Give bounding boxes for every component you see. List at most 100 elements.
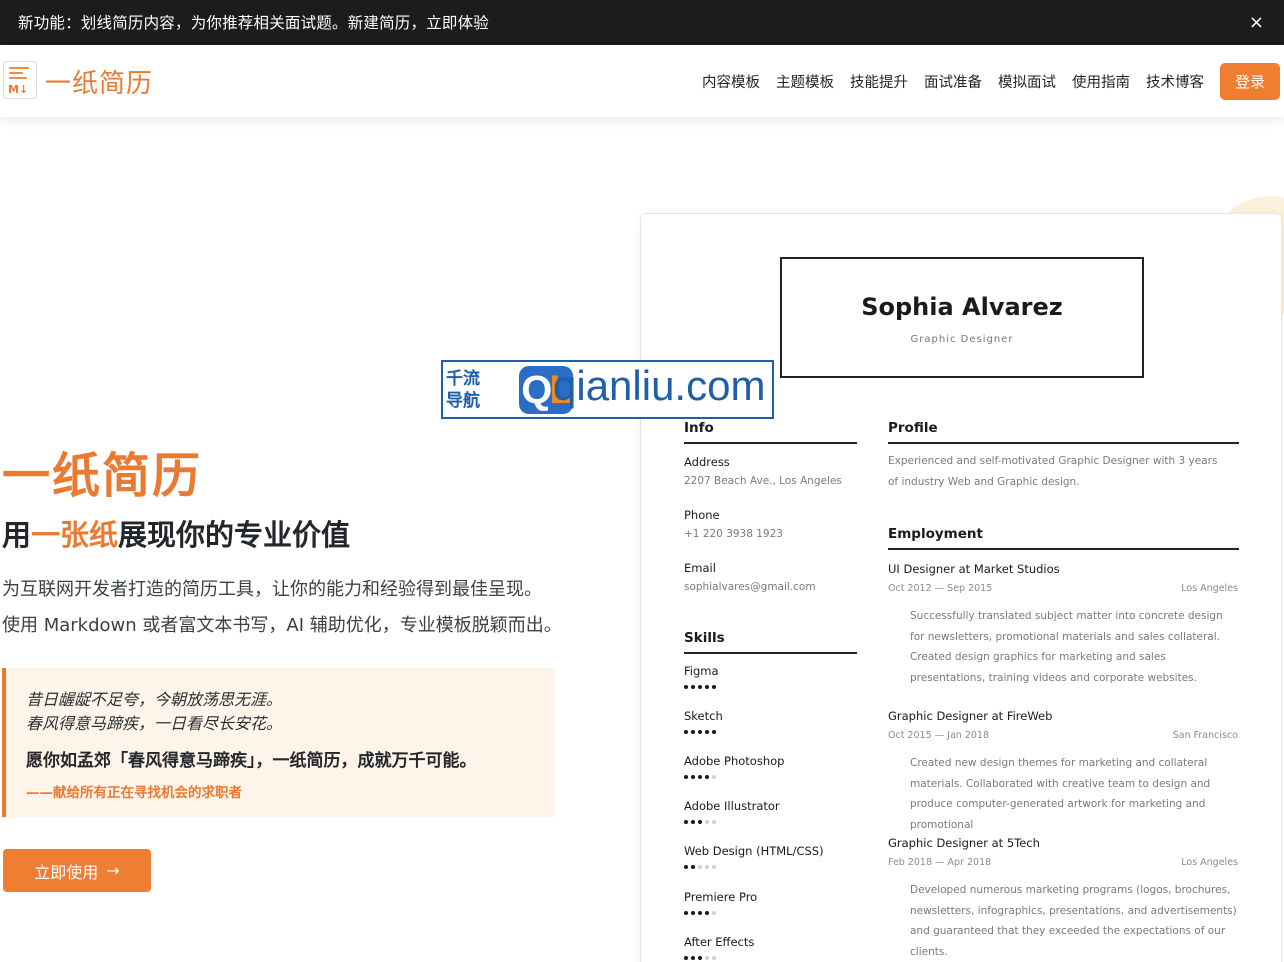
- skill-level: [684, 730, 716, 734]
- skill-dot: [712, 865, 716, 869]
- skill-dot: [691, 865, 695, 869]
- nav-guide[interactable]: 使用指南: [1072, 71, 1130, 92]
- skill-dot: [712, 911, 716, 915]
- site-header: M↓ 一纸简历 内容模板 主题模板 技能提升 面试准备 模拟面试 使用指南 技术…: [0, 45, 1284, 117]
- skill-dot: [684, 730, 688, 734]
- login-button[interactable]: 登录: [1220, 63, 1280, 100]
- watermark-cn: 千流导航: [446, 369, 480, 411]
- skill-dot: [691, 820, 695, 824]
- skill-dot: [691, 956, 695, 960]
- skill-level: [684, 956, 716, 960]
- skill-name: Adobe Illustrator: [684, 799, 780, 813]
- skill-dot: [705, 956, 709, 960]
- skill-name: Web Design (HTML/CSS): [684, 844, 824, 858]
- info-phone-label: Phone: [684, 508, 720, 522]
- skill-dot: [705, 685, 709, 689]
- skill-dot: [705, 820, 709, 824]
- start-button[interactable]: 立即使用 →: [3, 849, 151, 892]
- skill-name: Premiere Pro: [684, 890, 758, 904]
- skill-name: After Effects: [684, 935, 755, 949]
- hero-subtitle: 用一张纸展现你的专业价值: [2, 518, 351, 552]
- skill-dot: [698, 865, 702, 869]
- info-email-value: sophialvares@gmail.com: [684, 581, 816, 593]
- job-date: Oct 2015 — Jan 2018: [888, 730, 990, 741]
- job-location: San Francisco: [1172, 730, 1238, 741]
- skill-dot: [684, 775, 688, 779]
- skill-level: [684, 911, 716, 915]
- job-description: Developed numerous marketing programs (l…: [910, 884, 1237, 958]
- skill-dot: [691, 685, 695, 689]
- resume-name: Sophia Alvarez: [861, 293, 1063, 321]
- arrow-right-icon: →: [106, 861, 120, 880]
- quote-box: 昔日龌龊不足夸，今朝放荡思无涯。 春风得意马蹄疾，一日看尽长安花。 愿你如孟郊「…: [2, 668, 555, 817]
- job-title: UI Designer at Market Studios: [888, 562, 1060, 576]
- job-title: Graphic Designer at 5Tech: [888, 836, 1040, 850]
- announcement-bar: 新功能：划线简历内容，为你推荐相关面试题。新建简历，立即体验 ×: [0, 0, 1284, 45]
- start-button-label: 立即使用: [34, 862, 99, 882]
- info-address-label: Address: [684, 455, 730, 469]
- main-nav: 内容模板 主题模板 技能提升 面试准备 模拟面试 使用指南 技术博客: [702, 71, 1204, 92]
- skill-dot: [712, 820, 716, 824]
- skill-name: Figma: [684, 664, 719, 678]
- employment-heading: Employment: [888, 526, 1239, 550]
- close-icon[interactable]: ×: [1249, 12, 1264, 33]
- announcement-text[interactable]: 新功能：划线简历内容，为你推荐相关面试题。新建简历，立即体验: [18, 11, 489, 33]
- skill-dot: [684, 865, 688, 869]
- skill-level: [684, 685, 716, 689]
- skill-dot: [684, 911, 688, 915]
- skill-dot: [698, 956, 702, 960]
- skill-dot: [712, 685, 716, 689]
- info-address-value: 2207 Beach Ave., Los Angeles: [684, 475, 842, 487]
- logo-badge: M↓: [8, 83, 29, 96]
- nav-blog[interactable]: 技术博客: [1146, 71, 1204, 92]
- job-location: Los Angeles: [1181, 857, 1238, 868]
- skill-dot: [712, 775, 716, 779]
- skill-dot: [698, 911, 702, 915]
- skill-dot: [698, 775, 702, 779]
- skill-dot: [691, 911, 695, 915]
- skill-level: [684, 865, 716, 869]
- quote-signature: ——献给所有正在寻找机会的求职者: [26, 785, 242, 801]
- quote-main: 愿你如孟郊「春风得意马蹄疾」，一纸简历，成就万千可能。: [26, 751, 477, 771]
- skill-dot: [684, 956, 688, 960]
- skill-name: Adobe Photoshop: [684, 754, 785, 768]
- skill-level: [684, 820, 716, 824]
- info-phone-value: +1 220 3938 1923: [684, 528, 783, 540]
- logo-icon[interactable]: M↓: [3, 61, 37, 99]
- hero-description-2: 使用 Markdown 或者富文本书写，AI 辅助优化，专业模板脱颖而出。: [2, 615, 562, 636]
- watermark-domain: qianliu.com: [553, 362, 766, 409]
- skill-dot: [712, 730, 716, 734]
- skill-dot: [705, 911, 709, 915]
- job-description: Successfully translated subject matter i…: [910, 610, 1223, 684]
- resume-role: Graphic Designer: [910, 334, 1014, 345]
- watermark-logo: 千流导航 QL qianliu.com: [441, 360, 774, 419]
- nav-interview-prep[interactable]: 面试准备: [924, 71, 982, 92]
- nav-content-templates[interactable]: 内容模板: [702, 71, 760, 92]
- nav-theme-templates[interactable]: 主题模板: [776, 71, 834, 92]
- info-heading: Info: [684, 420, 857, 444]
- skills-heading: Skills: [684, 630, 857, 654]
- skill-dot: [698, 730, 702, 734]
- skill-level: [684, 775, 716, 779]
- nav-skills[interactable]: 技能提升: [850, 71, 908, 92]
- skill-dot: [698, 685, 702, 689]
- job-title: Graphic Designer at FireWeb: [888, 709, 1053, 723]
- resume-preview: Sophia Alvarez Graphic Designer Info Add…: [640, 213, 1282, 962]
- profile-heading: Profile: [888, 420, 1239, 444]
- nav-mock-interview[interactable]: 模拟面试: [998, 71, 1056, 92]
- skill-dot: [698, 820, 702, 824]
- job-date: Oct 2012 — Sep 2015: [888, 583, 993, 594]
- skill-dot: [691, 730, 695, 734]
- skill-dot: [691, 775, 695, 779]
- logo-text[interactable]: 一纸简历: [45, 63, 153, 100]
- quote-line-2: 春风得意马蹄疾，一日看尽长安花。: [26, 714, 283, 733]
- hero-title: 一纸简历: [2, 448, 203, 504]
- skill-dot: [705, 730, 709, 734]
- skill-dot: [705, 775, 709, 779]
- skill-dot: [684, 685, 688, 689]
- profile-text: Experienced and self-motivated Graphic D…: [888, 455, 1218, 488]
- job-description: Created new design themes for marketing …: [910, 757, 1211, 831]
- skill-dot: [684, 820, 688, 824]
- skill-name: Sketch: [684, 709, 723, 723]
- skill-dot: [705, 865, 709, 869]
